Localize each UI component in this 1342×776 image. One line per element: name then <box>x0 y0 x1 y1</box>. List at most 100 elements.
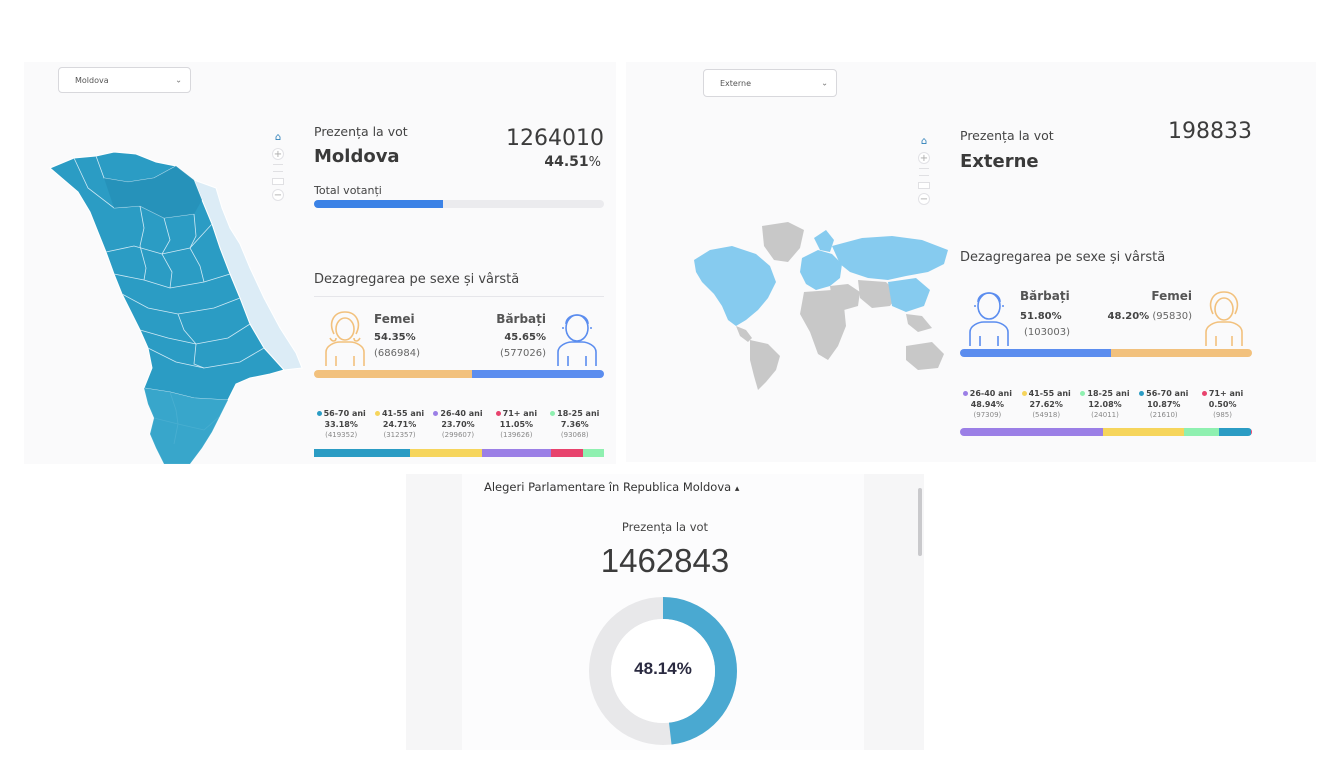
world-map[interactable] <box>692 220 952 392</box>
map-zoom-controls: ⌂ + − <box>272 132 284 201</box>
map-southeast-asia[interactable] <box>906 314 932 332</box>
turnout-label: Prezența la vot <box>960 128 1054 143</box>
home-icon[interactable]: ⌂ <box>272 132 284 144</box>
zoom-track[interactable] <box>273 171 283 174</box>
total-votes: 1264010 <box>506 126 604 151</box>
gender-bar <box>314 370 604 378</box>
age-group-item: 18-25 ani 12.08% (24011) <box>1076 388 1135 421</box>
age-bar <box>960 428 1252 436</box>
age-group-count: (985) <box>1213 411 1232 419</box>
map-greenland[interactable] <box>762 222 804 262</box>
age-group-percent: 12.08% <box>1088 400 1122 409</box>
women-fill <box>314 370 472 378</box>
men-label: Bărbați <box>1020 289 1070 303</box>
zoom-track[interactable] <box>919 168 929 171</box>
caret-up-icon: ▴ <box>734 484 740 494</box>
legend-dot <box>1080 391 1086 396</box>
plus-icon: + <box>919 153 929 164</box>
age-group-count: (139626) <box>500 431 533 439</box>
age-group-percent: 7.36% <box>560 420 589 429</box>
men-percent: 45.65% <box>504 332 546 343</box>
section-title: Dezagregarea pe sexe și vârstă <box>960 250 1166 265</box>
chevron-down-icon: ⌄ <box>175 75 182 85</box>
region-select-value: Moldova <box>75 75 109 85</box>
zoom-slider-handle[interactable] <box>918 182 930 189</box>
region-select-value: Externe <box>720 78 751 88</box>
map-north-america[interactable] <box>694 246 776 326</box>
women-stats: 48.20% (95830) <box>1108 311 1192 322</box>
total-voters-label: Total votanți <box>314 184 382 197</box>
age-group-item: 26-40 ani 48.94% (97309) <box>958 388 1017 421</box>
section-title: Dezagregarea pe sexe și vârstă <box>314 272 520 287</box>
map-australia[interactable] <box>906 342 944 370</box>
men-percent: 51.80% <box>1020 311 1062 322</box>
zoom-out-button[interactable]: − <box>918 193 930 205</box>
age-group-item: 41-55 ani 24.71% (312357) <box>370 408 428 441</box>
age-group-percent: 48.94% <box>970 400 1005 409</box>
total-voters-bar <box>314 200 604 208</box>
age-group-item: 71+ ani 0.50% (985) <box>1193 388 1252 421</box>
age-bar-segment <box>314 449 411 457</box>
chevron-down-icon: ⌄ <box>821 78 828 88</box>
zoom-in-button[interactable]: + <box>918 152 930 164</box>
age-group-item: 41-55 ani 27.62% (54918) <box>1017 388 1076 421</box>
age-group-percent: 24.71% <box>382 420 417 429</box>
age-group-percent: 0.50% <box>1208 400 1237 409</box>
map-zoom-controls: ⌂ + − <box>918 136 930 205</box>
map-scandinavia[interactable] <box>814 230 834 252</box>
zoom-track[interactable] <box>273 164 283 167</box>
zoom-out-button[interactable]: − <box>272 189 284 201</box>
women-percent: 48.20% <box>1107 311 1150 322</box>
map-europe[interactable] <box>800 250 842 290</box>
legend-dot <box>1201 391 1207 396</box>
age-group-percent: 23.70% <box>441 420 475 429</box>
age-group-label: 56-70 ani <box>1146 389 1189 398</box>
elections-header[interactable]: Alegeri Parlamentare în Republica Moldov… <box>484 480 739 494</box>
total-votes: 198833 <box>1168 119 1252 144</box>
men-fill <box>960 349 1112 357</box>
region-title: Moldova <box>314 146 400 167</box>
age-group-count: (312357) <box>383 431 416 439</box>
zoom-slider-handle[interactable] <box>272 178 284 185</box>
moldova-panel: Moldova ⌄ ⌂ + − Prezența la vot Moldova … <box>24 62 616 464</box>
age-bar <box>314 449 604 457</box>
age-group-count: (299607) <box>441 431 475 439</box>
moldova-map[interactable] <box>44 148 304 464</box>
legend-dot <box>962 391 968 396</box>
age-group-item: 26-40 ani 23.70% (299607) <box>429 408 487 441</box>
region-select-abroad[interactable]: Externe ⌄ <box>703 69 837 97</box>
age-group-label: 26-40 ani <box>969 389 1012 398</box>
women-fill <box>1111 349 1252 357</box>
gender-bar <box>960 349 1252 357</box>
age-group-count: (93068) <box>560 431 589 439</box>
zoom-in-button[interactable]: + <box>272 148 284 160</box>
women-label: Femei <box>1151 289 1192 303</box>
age-group-count: (54918) <box>1032 411 1061 419</box>
age-bar-segment <box>1250 428 1252 436</box>
age-bar-segment <box>550 449 583 457</box>
home-icon[interactable]: ⌂ <box>918 136 930 148</box>
map-south-america[interactable] <box>750 340 780 390</box>
age-group-label: 18-25 ani <box>1087 389 1130 398</box>
legend-dot <box>433 411 439 416</box>
age-group-percent: 11.05% <box>499 420 534 429</box>
men-label: Bărbați <box>496 312 546 326</box>
region-title: Externe <box>960 151 1039 172</box>
map-central-america[interactable] <box>736 326 752 342</box>
minus-icon: − <box>273 190 283 201</box>
region-select-moldova[interactable]: Moldova ⌄ <box>58 67 191 93</box>
age-bar-segment <box>1218 428 1251 436</box>
legend-dot <box>550 411 556 416</box>
map-china[interactable] <box>888 278 930 312</box>
age-group-count: (97309) <box>973 411 1002 419</box>
age-group-item: 71+ ani 11.05% (139626) <box>487 408 545 441</box>
map-africa[interactable] <box>800 290 846 360</box>
zoom-track[interactable] <box>919 175 929 178</box>
men-count: (103003) <box>1024 327 1070 338</box>
age-group-count: (21610) <box>1149 411 1178 419</box>
legend-dot <box>374 411 380 416</box>
legend-dot <box>1139 391 1145 396</box>
section-divider <box>314 296 604 297</box>
map-russia-asia[interactable] <box>832 236 948 280</box>
turnout-label: Prezența la vot <box>621 520 709 534</box>
